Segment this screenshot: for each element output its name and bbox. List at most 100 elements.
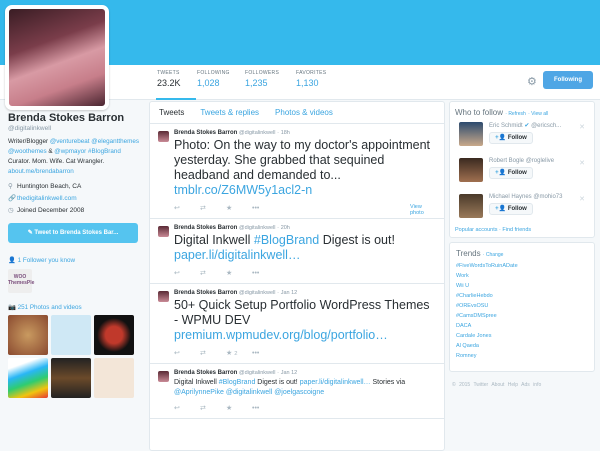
photos-videos-link[interactable]: 📷 251 Photos and videos bbox=[8, 303, 143, 311]
trend-item[interactable]: #CharlieHebdo bbox=[456, 291, 588, 301]
stat-tweets[interactable]: TWEETS 23.2K bbox=[156, 70, 196, 100]
reply-icon[interactable]: ↩ bbox=[174, 404, 200, 412]
reply-icon[interactable]: ↩ bbox=[174, 269, 200, 277]
bio-link[interactable]: about.me/brendabarron bbox=[8, 168, 74, 175]
bio-link[interactable]: @elegantthemes bbox=[91, 138, 139, 145]
photo-thumb[interactable] bbox=[51, 315, 91, 355]
tweet-handle[interactable]: @digitalinkwell bbox=[239, 130, 275, 136]
follow-button[interactable]: +👤 Follow bbox=[489, 132, 533, 144]
tweet-link[interactable]: paper.li/digitalinkwell… bbox=[300, 379, 371, 386]
more-icon[interactable]: ••• bbox=[252, 270, 278, 277]
website[interactable]: 🔗thedigitalinkwell.com bbox=[8, 193, 143, 205]
favorite-icon[interactable]: ★ bbox=[226, 269, 252, 277]
tweet[interactable]: Brenda Stokes Barron @digitalinkwell · 1… bbox=[150, 124, 444, 219]
tweet-link[interactable]: paper.li/digitalinkwell… bbox=[174, 248, 300, 262]
retweet-icon[interactable]: ⇄ bbox=[200, 204, 226, 212]
favorite-icon[interactable]: ★ 2 bbox=[226, 349, 252, 357]
following-button[interactable]: Following bbox=[543, 71, 593, 89]
user-handle[interactable]: @roglelive bbox=[526, 158, 554, 164]
user-name[interactable]: Michael Haynes bbox=[489, 194, 532, 200]
reply-icon[interactable]: ↩ bbox=[174, 204, 200, 212]
user-avatar[interactable] bbox=[459, 122, 483, 146]
profile-avatar[interactable] bbox=[5, 5, 109, 110]
stat-followers[interactable]: FOLLOWERS 1,235 bbox=[245, 70, 279, 88]
more-icon[interactable]: ••• bbox=[252, 350, 278, 357]
trend-item[interactable]: #CamsDMSpree bbox=[456, 311, 588, 321]
reply-icon[interactable]: ↩ bbox=[174, 349, 200, 357]
bio-link[interactable]: @woothemes bbox=[8, 148, 47, 155]
tweet-author[interactable]: Brenda Stokes Barron bbox=[174, 130, 237, 136]
tweet-author[interactable]: Brenda Stokes Barron bbox=[174, 290, 237, 296]
stat-favorites[interactable]: FAVORITES 1,130 bbox=[296, 70, 326, 88]
tweet[interactable]: Brenda Stokes Barron @digitalinkwell · J… bbox=[150, 284, 444, 364]
tweet-avatar[interactable] bbox=[158, 371, 169, 382]
tweet-handle[interactable]: @digitalinkwell bbox=[239, 370, 275, 376]
profile-handle[interactable]: @digitalinkwell bbox=[8, 125, 143, 132]
trend-item[interactable]: #OREvsOSU bbox=[456, 301, 588, 311]
tweet-link[interactable]: tmblr.co/Z6MW5y1acl2-n bbox=[174, 183, 312, 197]
hashtag-link[interactable]: #BlogBrand bbox=[219, 379, 256, 386]
tweet-avatar[interactable] bbox=[158, 226, 169, 237]
photo-thumb[interactable] bbox=[94, 315, 134, 355]
user-avatar[interactable] bbox=[459, 158, 483, 182]
photo-thumb[interactable] bbox=[8, 315, 48, 355]
stat-following[interactable]: FOLLOWING 1,028 bbox=[197, 70, 230, 88]
find-friends-link[interactable]: · Find friends bbox=[499, 227, 531, 233]
trend-item[interactable]: Romney bbox=[456, 351, 588, 361]
retweet-icon[interactable]: ⇄ bbox=[200, 404, 226, 412]
bio-link[interactable]: #BlogBrand bbox=[88, 148, 121, 155]
view-photo-link[interactable]: View photo bbox=[410, 204, 436, 216]
tweet-time[interactable]: Jan 12 bbox=[281, 370, 298, 376]
tweet-to-button[interactable]: ✎ Tweet to Brenda Stokes Bar... bbox=[8, 223, 138, 243]
more-icon[interactable]: ••• bbox=[252, 205, 278, 212]
user-handle[interactable]: @ericsch... bbox=[531, 123, 561, 129]
view-all-link[interactable]: · View all bbox=[528, 111, 548, 117]
trend-item[interactable]: DACA bbox=[456, 321, 588, 331]
tweet[interactable]: Brenda Stokes Barron @digitalinkwell · J… bbox=[150, 364, 444, 419]
tweet-handle[interactable]: @digitalinkwell bbox=[239, 290, 275, 296]
change-trends-link[interactable]: · Change bbox=[483, 252, 504, 258]
mention-links[interactable]: @AprilynnePike @digitalinkwell @joelgasc… bbox=[174, 389, 324, 396]
tab-tweets-replies[interactable]: Tweets & replies bbox=[200, 108, 259, 117]
tweet-author[interactable]: Brenda Stokes Barron bbox=[174, 370, 237, 376]
trend-item[interactable]: #FiveWordsToRuinADate bbox=[456, 261, 588, 271]
close-icon[interactable]: ✕ bbox=[579, 123, 585, 131]
bio-link[interactable]: @venturebeat bbox=[50, 138, 90, 145]
user-handle[interactable]: @mohio73 bbox=[533, 194, 562, 200]
website-link[interactable]: thedigitalinkwell.com bbox=[17, 195, 77, 202]
hashtag-link[interactable]: #BlogBrand bbox=[254, 233, 319, 247]
photo-thumb[interactable] bbox=[94, 358, 134, 398]
user-name[interactable]: Robert Bogle bbox=[489, 158, 524, 164]
tweet-avatar[interactable] bbox=[158, 131, 169, 142]
bio-link[interactable]: @wpmayor bbox=[54, 148, 86, 155]
gear-icon[interactable]: ⚙ bbox=[527, 75, 537, 88]
popular-accounts-link[interactable]: Popular accounts bbox=[455, 227, 498, 233]
favorite-icon[interactable]: ★ bbox=[226, 404, 252, 412]
trend-item[interactable]: Al Qaeda bbox=[456, 341, 588, 351]
user-avatar[interactable] bbox=[459, 194, 483, 218]
tweet-time[interactable]: 20h bbox=[281, 225, 290, 231]
tweet-time[interactable]: 18h bbox=[281, 130, 290, 136]
follow-button[interactable]: +👤 Follow bbox=[489, 167, 533, 179]
tweet-time[interactable]: Jan 12 bbox=[281, 290, 298, 296]
tab-photos-videos[interactable]: Photos & videos bbox=[275, 108, 333, 117]
close-icon[interactable]: ✕ bbox=[579, 159, 585, 167]
follower-avatar-woothemes[interactable]: WOO ThemesPle bbox=[8, 269, 34, 293]
retweet-icon[interactable]: ⇄ bbox=[200, 269, 226, 277]
close-icon[interactable]: ✕ bbox=[579, 195, 585, 203]
tab-tweets[interactable]: Tweets bbox=[159, 108, 184, 117]
tweet-avatar[interactable] bbox=[158, 291, 169, 302]
tweet-link[interactable]: premium.wpmudev.org/blog/portfolio… bbox=[174, 328, 388, 342]
more-icon[interactable]: ••• bbox=[252, 405, 278, 412]
trend-item[interactable]: Wii U bbox=[456, 281, 588, 291]
trend-item[interactable]: Work bbox=[456, 271, 588, 281]
trend-item[interactable]: Cardale Jones bbox=[456, 331, 588, 341]
favorite-icon[interactable]: ★ bbox=[226, 204, 252, 212]
followers-you-know-link[interactable]: 👤 1 Follower you know bbox=[8, 256, 143, 264]
user-name[interactable]: Eric Schmidt bbox=[489, 123, 523, 129]
photo-thumb[interactable] bbox=[8, 358, 48, 398]
retweet-icon[interactable]: ⇄ bbox=[200, 349, 226, 357]
photo-thumb[interactable] bbox=[51, 358, 91, 398]
tweet-author[interactable]: Brenda Stokes Barron bbox=[174, 225, 237, 231]
tweet[interactable]: Brenda Stokes Barron @digitalinkwell · 2… bbox=[150, 219, 444, 284]
